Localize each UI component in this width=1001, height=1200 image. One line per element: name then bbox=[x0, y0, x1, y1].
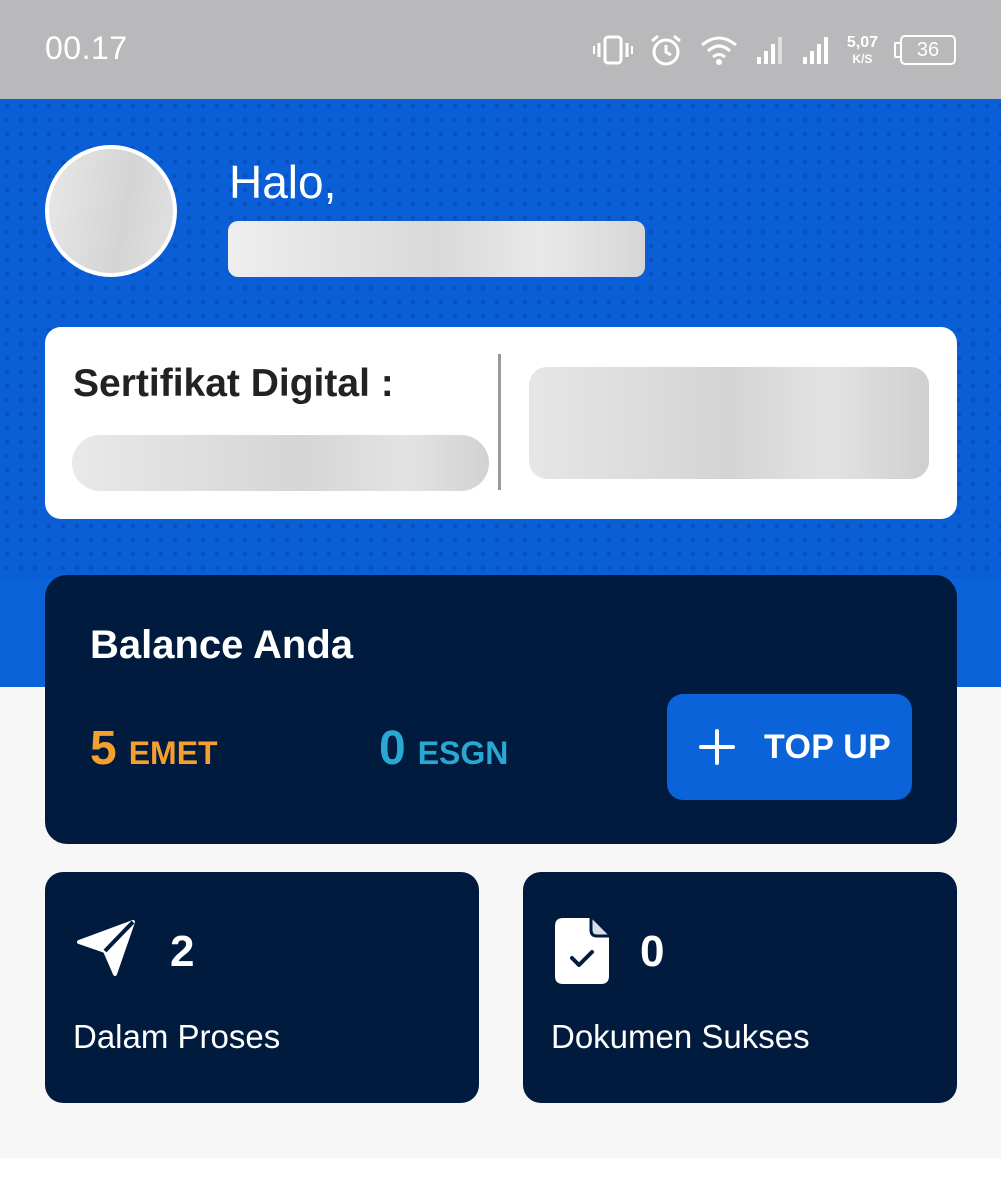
plus-icon bbox=[699, 729, 735, 765]
avatar[interactable] bbox=[45, 145, 177, 277]
status-time: 00.17 bbox=[45, 30, 128, 66]
network-speed-unit: K/S bbox=[852, 52, 873, 66]
certificate-card[interactable]: Sertifikat Digital : bbox=[45, 327, 957, 519]
certificate-status-placeholder bbox=[72, 435, 489, 491]
wifi-icon bbox=[700, 36, 737, 65]
esgn-unit: ESGN bbox=[417, 735, 509, 771]
balance-title: Balance Anda bbox=[90, 623, 354, 667]
emet-value: 5 bbox=[90, 722, 117, 775]
esgn-value: 0 bbox=[379, 722, 406, 775]
success-label: Dokumen Sukses bbox=[551, 1018, 810, 1055]
top-up-label: TOP UP bbox=[764, 727, 892, 766]
success-count: 0 bbox=[640, 927, 665, 976]
emet-unit: EMET bbox=[128, 735, 218, 771]
status-icons: 5,07 K/S 36 bbox=[592, 28, 956, 72]
network-speed: 5,07 K/S bbox=[846, 34, 878, 66]
document-check-icon bbox=[555, 918, 609, 984]
battery-icon: 36 bbox=[894, 35, 956, 65]
divider bbox=[498, 354, 501, 490]
balance-card: Balance Anda 5 EMET 0 ESGN TOP UP bbox=[45, 575, 957, 844]
user-name-placeholder bbox=[228, 221, 645, 277]
in-process-label: Dalam Proses bbox=[73, 1018, 281, 1055]
send-icon bbox=[77, 920, 135, 976]
success-documents-card[interactable]: 0 Dokumen Sukses bbox=[523, 872, 957, 1103]
in-process-card[interactable]: 2 Dalam Proses bbox=[45, 872, 479, 1103]
status-bar: 00.17 5,07 K/S 36 bbox=[0, 0, 1001, 99]
network-speed-value: 5,07 bbox=[846, 34, 878, 51]
certificate-title: Sertifikat Digital : bbox=[73, 362, 394, 405]
emet-balance: 5 EMET bbox=[90, 721, 218, 776]
top-up-button[interactable]: TOP UP bbox=[667, 694, 912, 800]
alarm-icon bbox=[650, 34, 681, 66]
vibrate-icon bbox=[592, 35, 633, 65]
esgn-balance: 0 ESGN bbox=[379, 721, 508, 776]
greeting: Halo, bbox=[229, 156, 337, 208]
certificate-action-placeholder bbox=[529, 367, 929, 479]
in-process-count: 2 bbox=[170, 927, 195, 976]
signal-icon bbox=[756, 37, 782, 64]
battery-level: 36 bbox=[900, 35, 956, 65]
signal-icon bbox=[802, 37, 828, 64]
bottom-area bbox=[0, 1158, 1001, 1200]
